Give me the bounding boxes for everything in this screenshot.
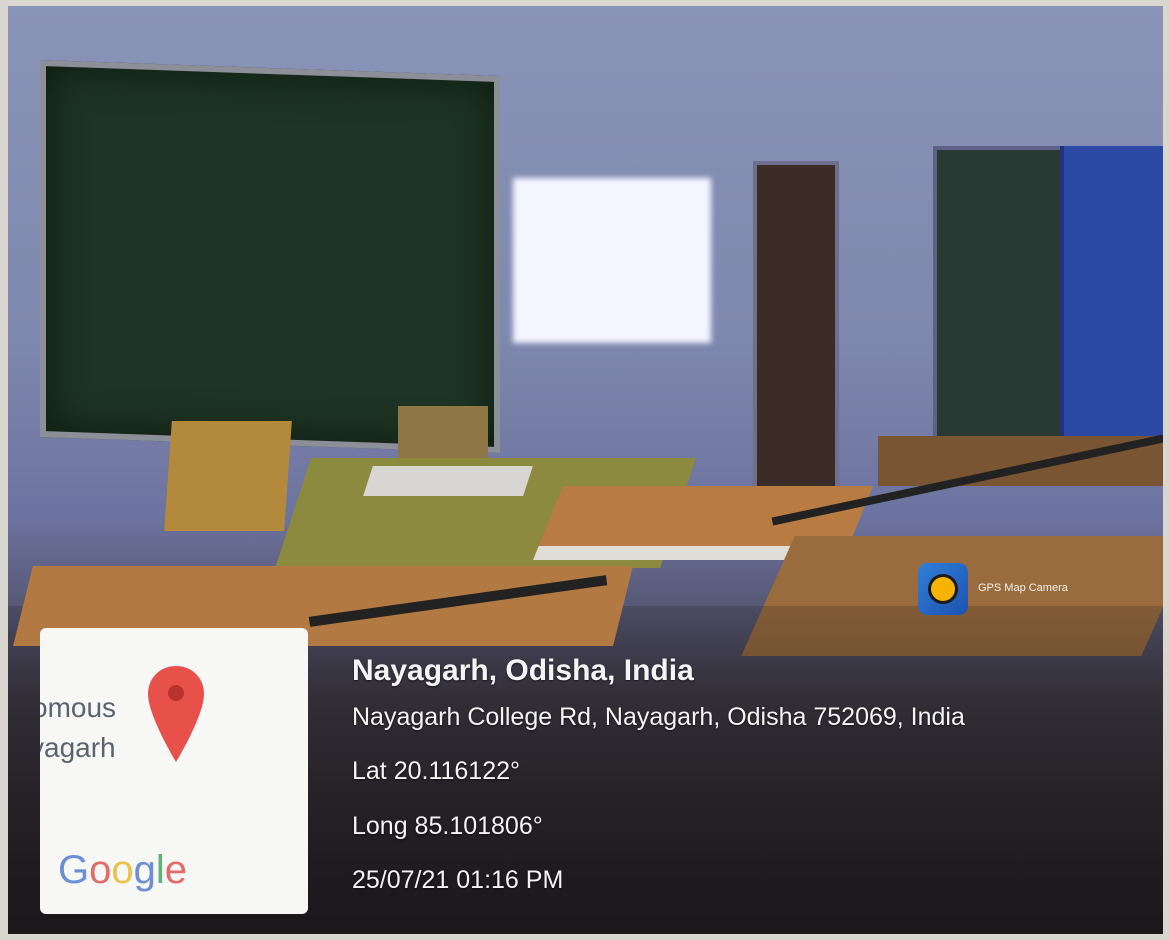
gps-map-camera-icon — [918, 563, 968, 615]
wall-light-patch — [513, 178, 711, 343]
blue-board — [1060, 146, 1163, 446]
papers — [363, 466, 533, 496]
doorway — [753, 161, 839, 499]
map-label: yagarh — [40, 732, 116, 763]
map-thumbnail: omous yagarh Google — [40, 628, 308, 914]
timestamp: 25/07/21 01:16 PM — [352, 866, 564, 894]
longitude: Long 85.101806° — [352, 812, 543, 840]
app-name: GPS Map Camera — [978, 582, 1068, 594]
blackboard — [40, 59, 500, 454]
location-address: Nayagarh College Rd, Nayagarh, Odisha 75… — [352, 703, 965, 731]
chair — [164, 421, 292, 531]
location-title: Nayagarh, Odisha, India — [352, 654, 694, 687]
google-logo: Google — [58, 848, 188, 892]
map-label: omous — [40, 692, 117, 723]
latitude: Lat 20.116122° — [352, 757, 521, 785]
map-pin-icon — [148, 666, 204, 762]
